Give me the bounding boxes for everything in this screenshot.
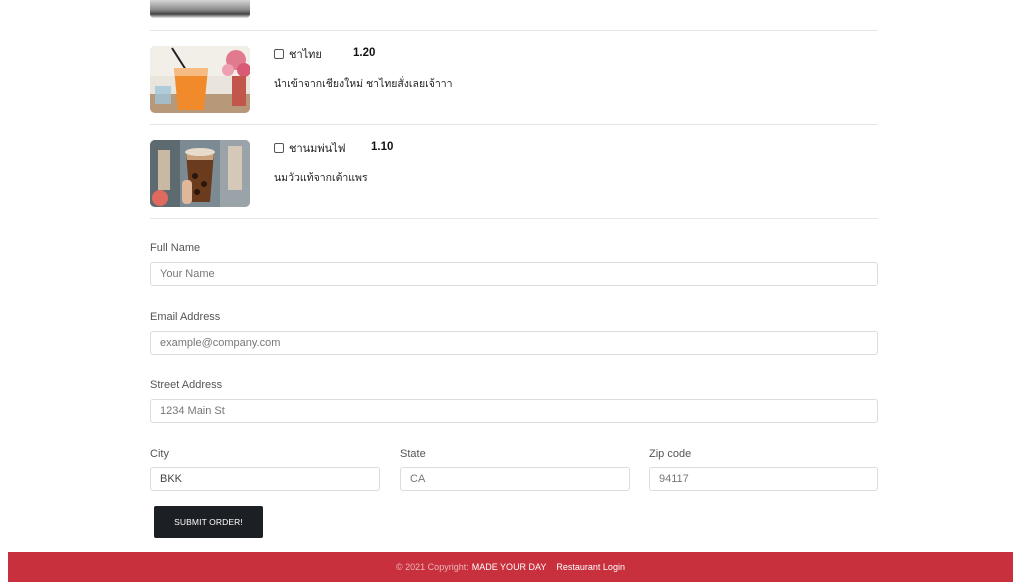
menu-item-image-partial [150, 0, 250, 18]
thai-tea-photo [150, 46, 250, 113]
restaurant-login-link[interactable]: Restaurant Login [556, 562, 625, 572]
divider [150, 30, 878, 31]
item-description: นมวัวแท้จากเต้าแพร [274, 172, 368, 184]
footer: © 2021 Copyright: MADE YOUR DAY Restaura… [8, 552, 1013, 582]
email-label: Email Address [150, 311, 221, 323]
menu-item: ชานมพ่นไฟ 1.10 นมวัวแท้จากเต้าแพร [150, 140, 878, 220]
divider [150, 218, 878, 219]
item-checkbox[interactable] [274, 49, 284, 59]
item-price: 1.10 [371, 141, 394, 153]
full-name-input[interactable] [150, 262, 878, 286]
street-label: Street Address [150, 379, 223, 391]
item-name: ชานมพ่นไฟ [289, 143, 346, 155]
city-label: City [150, 448, 169, 460]
divider [150, 124, 878, 125]
street-input[interactable] [150, 399, 878, 423]
milk-tea-photo [150, 140, 250, 207]
footer-brand: MADE YOUR DAY [471, 562, 547, 572]
zip-input[interactable] [649, 467, 878, 491]
full-name-label: Full Name [150, 242, 201, 254]
state-input[interactable] [400, 467, 630, 491]
menu-item: ชาไทย 1.20 นำเข้าจากเชียงใหม่ ชาไทยสั่งเ… [150, 46, 878, 126]
zip-label: Zip code [649, 448, 692, 460]
submit-order-button[interactable]: SUBMIT ORDER! [154, 506, 263, 538]
menu-item-header: ชาไทย [274, 47, 322, 61]
state-label: State [400, 448, 426, 460]
item-description: นำเข้าจากเชียงใหม่ ชาไทยสั่งเลยเจ้าาา [274, 78, 453, 90]
menu-item-header: ชานมพ่นไฟ [274, 141, 346, 155]
item-price: 1.20 [353, 47, 376, 59]
item-name: ชาไทย [289, 49, 322, 61]
footer-copyright: © 2021 Copyright: [396, 562, 469, 572]
item-checkbox[interactable] [274, 143, 284, 153]
email-input[interactable] [150, 331, 878, 355]
city-input[interactable] [150, 467, 380, 491]
